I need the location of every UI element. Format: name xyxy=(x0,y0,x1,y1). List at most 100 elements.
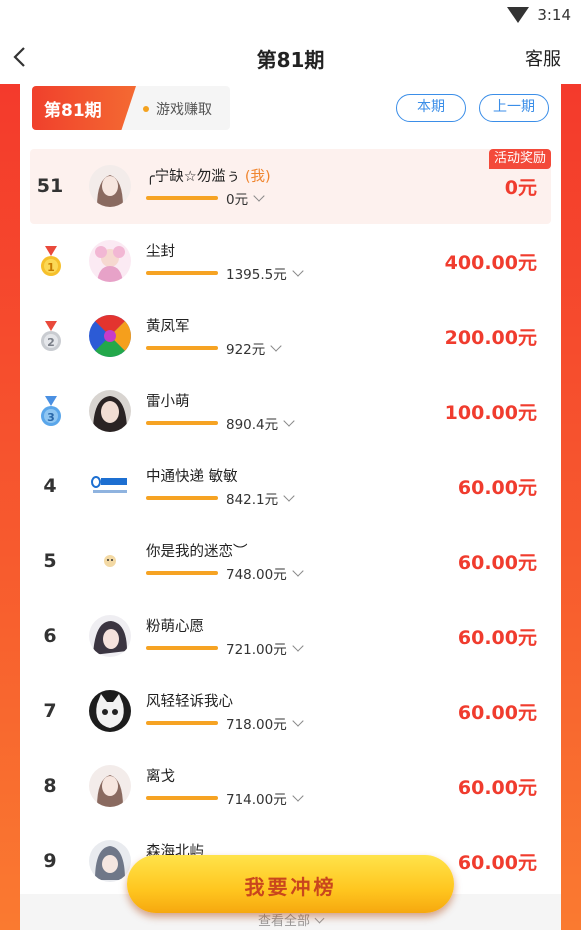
progress-bar xyxy=(146,496,218,500)
chevron-down-icon xyxy=(292,640,304,652)
user-name: 风轻轻诉我心 xyxy=(146,694,233,710)
user-name: 雷小萌 xyxy=(146,394,190,410)
progress-bar xyxy=(146,271,218,275)
climb-ranking-button[interactable]: 我要冲榜 xyxy=(127,855,454,913)
amount-text: 890.4元 xyxy=(226,417,279,433)
amount-earned[interactable]: 714.00元 xyxy=(226,788,304,808)
amount-earned[interactable]: 842.1元 xyxy=(226,488,295,508)
avatar xyxy=(89,615,131,657)
table-row[interactable]: 7 风轻轻诉我心 718.00元 60.00元 xyxy=(30,674,551,749)
reward-amount: 60.00元 xyxy=(457,552,537,574)
chevron-down-icon xyxy=(292,790,304,802)
user-name: 尘封 xyxy=(146,244,175,260)
silver-medal-icon: 2 xyxy=(40,321,62,353)
user-name: 你是我的迷恋︶ xyxy=(146,544,248,560)
progress-bar xyxy=(146,796,218,800)
amount-text: 842.1元 xyxy=(226,492,279,508)
me-tag: (我) xyxy=(244,169,271,185)
reward-amount: 400.00元 xyxy=(444,252,537,274)
table-row[interactable]: 8 离戈 714.00元 60.00元 xyxy=(30,749,551,824)
user-name: 中通快递 敏敏 xyxy=(146,469,238,485)
amount-earned[interactable]: 922元 xyxy=(226,338,282,358)
svg-text:3: 3 xyxy=(47,411,55,424)
amount-earned[interactable]: 718.00元 xyxy=(226,713,304,733)
reward-amount: 0元 xyxy=(504,177,537,199)
climb-ranking-label: 我要冲榜 xyxy=(244,875,337,899)
reward-amount: 200.00元 xyxy=(444,327,537,349)
clock: 3:14 xyxy=(537,6,571,24)
reward-amount: 60.00元 xyxy=(457,627,537,649)
table-row[interactable]: 2 黄凤军 922元 200.00元 xyxy=(30,299,551,374)
avatar xyxy=(89,165,131,207)
gold-medal-icon: 1 xyxy=(40,246,62,278)
period-category-label: 游戏赚取 xyxy=(156,102,212,118)
current-period-button[interactable]: 本期 xyxy=(396,94,466,122)
amount-earned[interactable]: 890.4元 xyxy=(226,413,295,433)
table-row[interactable]: 4 中通快递 敏敏 842.1元 60.00元 xyxy=(30,449,551,524)
period-tag-label: 第81期 xyxy=(44,101,102,121)
avatar xyxy=(89,540,131,582)
chevron-down-icon xyxy=(292,565,304,577)
wifi-icon xyxy=(507,7,529,23)
chevron-down-icon xyxy=(292,715,304,727)
amount-earned[interactable]: 1395.5元 xyxy=(226,263,304,283)
user-name: 粉萌心愿 xyxy=(146,619,204,635)
avatar xyxy=(89,465,131,507)
amount-text: 718.00元 xyxy=(226,717,287,733)
chevron-down-icon xyxy=(283,415,295,427)
period-tag: 第81期 xyxy=(32,86,136,130)
view-all-label: 查看全部 xyxy=(257,914,310,929)
rank-number: 9 xyxy=(43,850,57,872)
user-name: 黄凤军 xyxy=(146,319,190,335)
amount-text: 714.00元 xyxy=(226,792,287,808)
chevron-down-icon xyxy=(253,190,265,202)
reward-amount: 60.00元 xyxy=(457,852,537,874)
reward-amount: 60.00元 xyxy=(457,777,537,799)
progress-bar xyxy=(146,646,218,650)
avatar xyxy=(89,765,131,807)
chevron-down-icon xyxy=(283,490,295,502)
chevron-down-icon xyxy=(314,913,325,924)
rank-number: 7 xyxy=(43,700,57,722)
reward-amount: 60.00元 xyxy=(457,477,537,499)
progress-bar xyxy=(146,346,218,350)
activity-reward-badge: 活动奖励 xyxy=(488,149,551,169)
progress-bar xyxy=(146,421,218,425)
amount-earned[interactable]: 0元 xyxy=(226,188,265,208)
user-name: 离戈 xyxy=(146,769,175,785)
customer-service-link[interactable]: 客服 xyxy=(525,45,561,71)
rank-number: 4 xyxy=(43,475,57,497)
amount-text: 1395.5元 xyxy=(226,267,287,283)
avatar xyxy=(89,390,131,432)
status-bar: 3:14 xyxy=(0,0,581,32)
amount-text: 748.00元 xyxy=(226,567,287,583)
progress-bar xyxy=(146,721,218,725)
rank-number: 51 xyxy=(36,175,64,197)
rank-number: 5 xyxy=(43,550,57,572)
reward-amount: 100.00元 xyxy=(444,402,537,424)
rank-number: 6 xyxy=(43,625,57,647)
page-title: 第81期 xyxy=(256,48,325,72)
avatar xyxy=(89,240,131,282)
user-name-text: ╭宁缺☆勿滥ぅ xyxy=(146,169,241,185)
avatar xyxy=(89,315,131,357)
amount-earned[interactable]: 748.00元 xyxy=(226,563,304,583)
amount-text: 721.00元 xyxy=(226,642,287,658)
my-rank-row[interactable]: 51 ╭宁缺☆勿滥ぅ (我) 0元 活动奖励 0元 xyxy=(30,149,551,224)
table-row[interactable]: 6 粉萌心愿 721.00元 60.00元 xyxy=(30,599,551,674)
progress-bar xyxy=(146,196,218,200)
table-row[interactable]: 3 雷小萌 890.4元 100.00元 xyxy=(30,374,551,449)
reward-amount: 60.00元 xyxy=(457,702,537,724)
table-row[interactable]: 5 你是我的迷恋︶ 748.00元 60.00元 xyxy=(30,524,551,599)
user-name: ╭宁缺☆勿滥ぅ (我) xyxy=(146,165,271,186)
avatar xyxy=(89,840,131,882)
bullet-dot-icon xyxy=(143,106,149,112)
amount-text: 0元 xyxy=(226,192,249,208)
nav-bar: 第81期 客服 xyxy=(0,32,581,84)
amount-text: 922元 xyxy=(226,342,266,358)
amount-earned[interactable]: 721.00元 xyxy=(226,638,304,658)
bronze-medal-icon: 3 xyxy=(40,396,62,428)
previous-period-button[interactable]: 上一期 xyxy=(479,94,549,122)
chevron-down-icon xyxy=(292,265,304,277)
table-row[interactable]: 1 尘封 1395.5元 400.00元 xyxy=(30,224,551,299)
